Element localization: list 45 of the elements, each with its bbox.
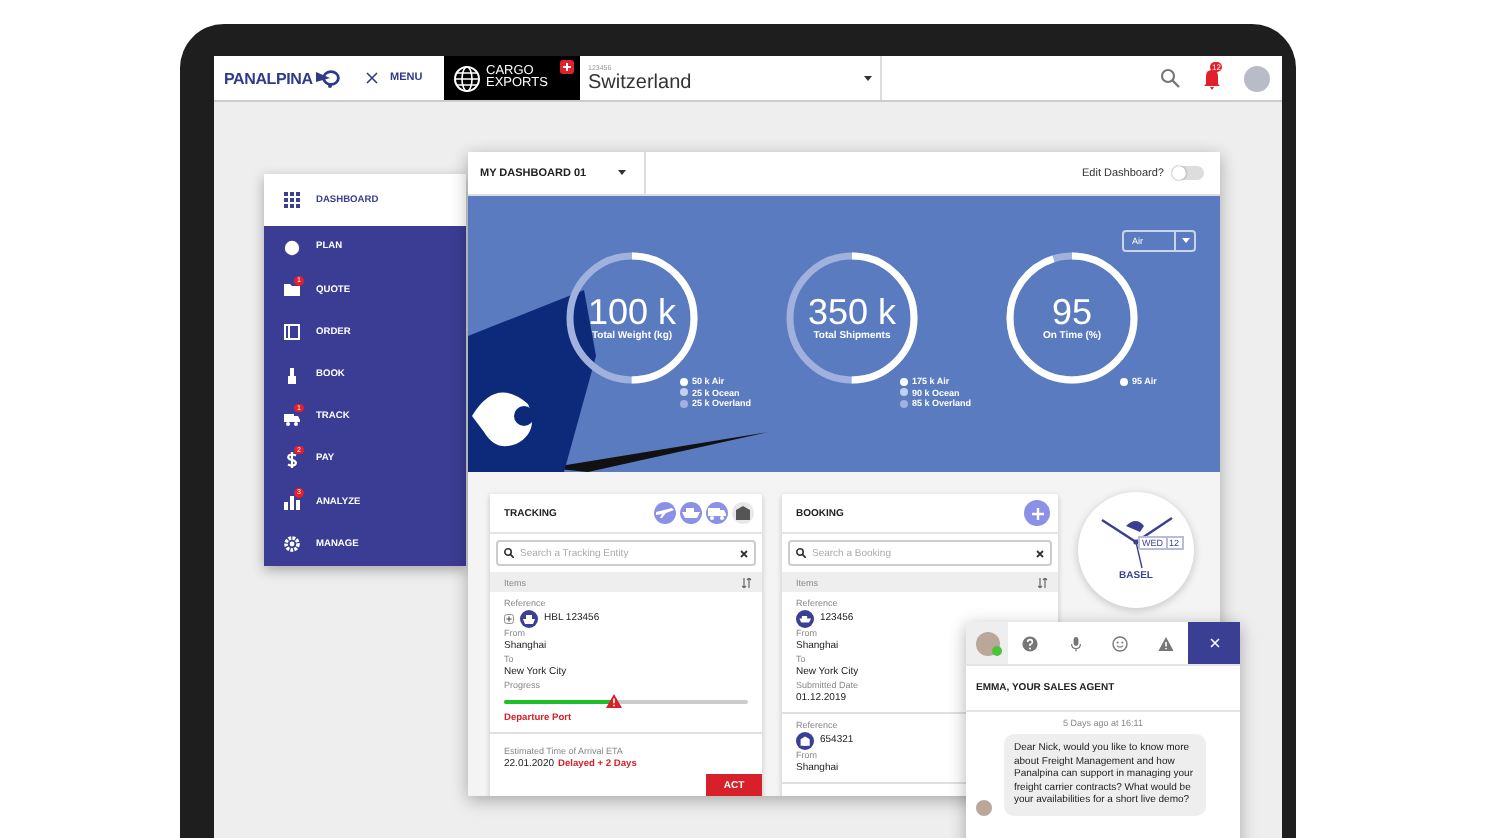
transport-mode-button[interactable] (732, 502, 754, 524)
kpi-value: 100 k (587, 294, 677, 330)
folder-icon (284, 282, 300, 299)
close-icon (366, 72, 378, 84)
expand-icon[interactable] (504, 614, 514, 624)
swiss-flag-icon (560, 60, 574, 74)
bell-icon[interactable] (1200, 66, 1224, 90)
caret-icon (618, 170, 627, 176)
truck-icon (706, 502, 728, 524)
ship-icon (680, 502, 702, 524)
add-button[interactable] (1024, 500, 1050, 526)
warehouse-icon (732, 502, 754, 524)
logo-icon (316, 69, 341, 87)
progress-ring (564, 250, 700, 386)
search-icon (504, 548, 514, 558)
grid-icon (284, 192, 300, 209)
kpi-value: 95 (1051, 294, 1093, 330)
sort-icon[interactable] (742, 577, 752, 587)
progress-ring (1004, 250, 1140, 386)
bar-chart-icon (284, 494, 300, 511)
document-icon (284, 324, 300, 341)
plane-icon (654, 502, 676, 524)
caret-icon (864, 75, 872, 81)
country-value: Switzerland (588, 71, 692, 93)
microphone-icon[interactable] (1067, 635, 1084, 651)
plus-icon (1031, 507, 1043, 519)
agent-avatar (975, 631, 999, 655)
clear-icon[interactable] (1036, 549, 1044, 557)
close-icon (1209, 638, 1219, 648)
warning-icon[interactable] (1157, 635, 1174, 651)
search-icon (796, 548, 806, 558)
toggle-switch[interactable] (1172, 166, 1204, 180)
logo-text: PANALPINA (224, 69, 313, 87)
settings-icon (284, 536, 300, 553)
sort-icon[interactable] (1038, 577, 1048, 587)
search-icon[interactable] (1160, 68, 1180, 88)
truck-icon (284, 409, 300, 426)
help-icon[interactable] (1022, 635, 1039, 651)
smiley-icon[interactable] (1112, 635, 1129, 651)
kpi-value: 350 k (807, 294, 897, 330)
warning-icon (605, 694, 622, 708)
agent-avatar (976, 799, 992, 815)
caret-icon (1181, 238, 1189, 244)
dollar-icon (284, 451, 300, 468)
clear-icon[interactable] (740, 549, 748, 557)
